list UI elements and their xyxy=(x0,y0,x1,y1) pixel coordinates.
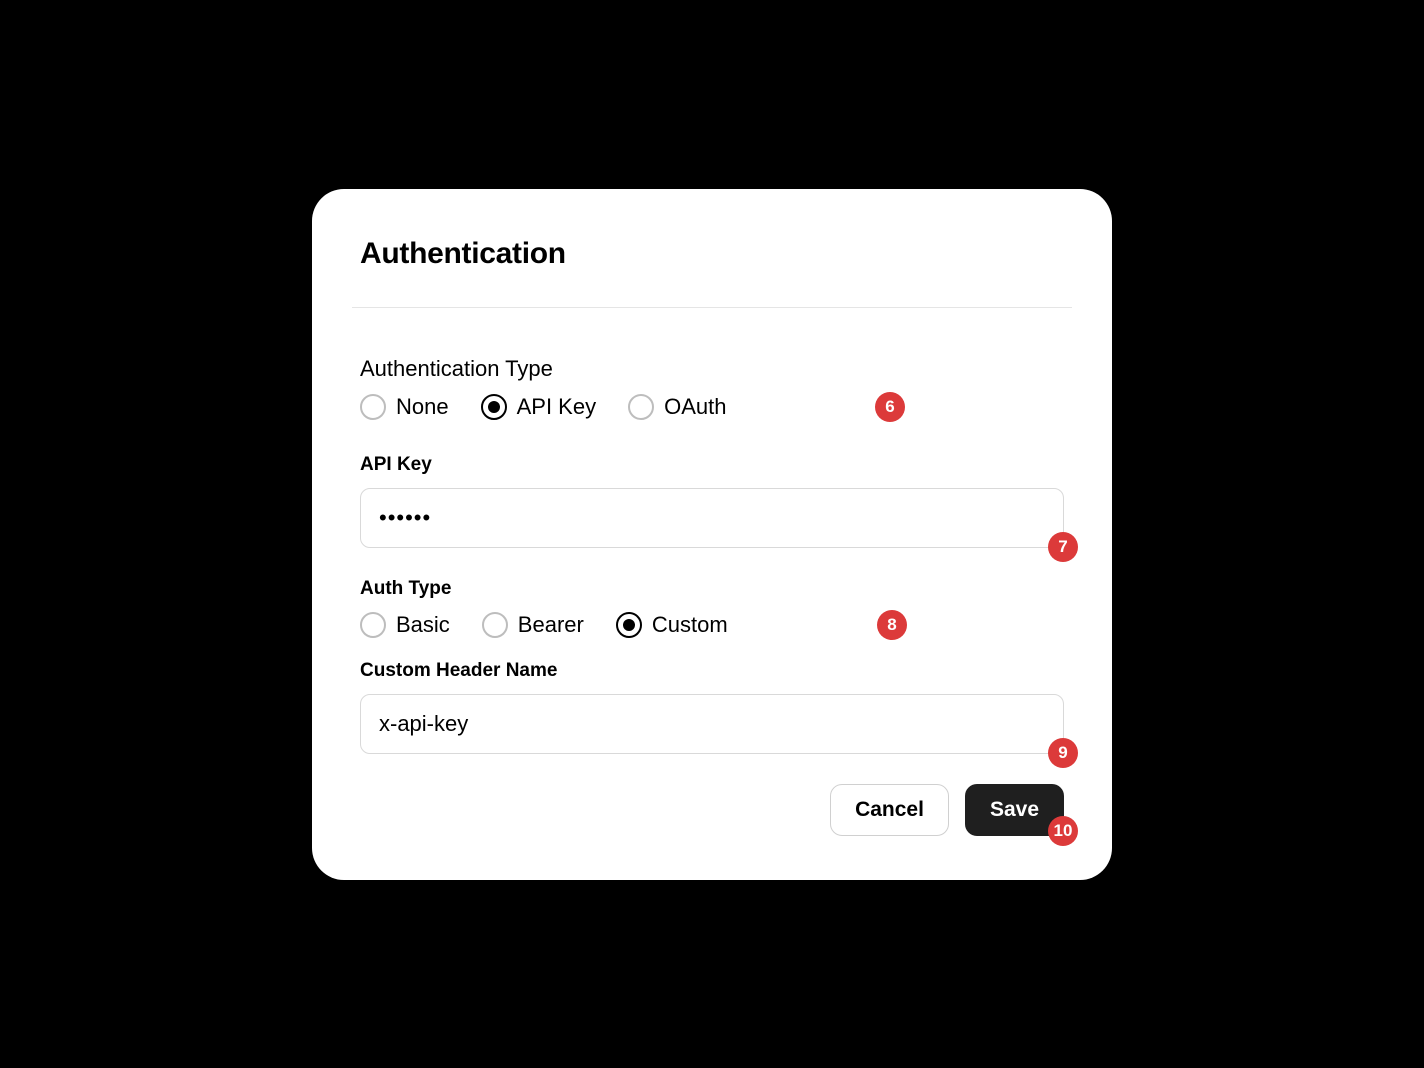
api-key-label: API Key xyxy=(360,454,1064,476)
auth-type-label: Auth Type xyxy=(360,578,1064,600)
radio-option-bearer[interactable]: Bearer xyxy=(482,612,584,638)
annotation-badge-10: 10 xyxy=(1048,816,1078,846)
api-key-group: API Key 7 xyxy=(360,454,1064,548)
radio-label: Custom xyxy=(652,612,728,638)
radio-option-oauth[interactable]: OAuth xyxy=(628,394,726,420)
custom-header-input[interactable] xyxy=(360,694,1064,754)
radio-label: None xyxy=(396,394,449,420)
action-row: Cancel Save 10 xyxy=(360,784,1064,836)
radio-icon xyxy=(360,394,386,420)
radio-option-custom[interactable]: Custom xyxy=(616,612,728,638)
authentication-panel: Authentication Authentication Type None … xyxy=(312,189,1112,880)
radio-option-none[interactable]: None xyxy=(360,394,449,420)
authentication-type-label: Authentication Type xyxy=(360,356,1064,382)
authentication-type-options: None API Key OAuth 6 xyxy=(360,394,1064,420)
auth-type-options: Basic Bearer Custom 8 xyxy=(360,612,1064,638)
authentication-type-group: Authentication Type None API Key OAuth 6 xyxy=(360,356,1064,420)
annotation-badge-6: 6 xyxy=(875,392,905,422)
custom-header-label: Custom Header Name xyxy=(360,660,1064,682)
radio-label: Bearer xyxy=(518,612,584,638)
panel-title: Authentication xyxy=(360,237,1064,271)
radio-option-basic[interactable]: Basic xyxy=(360,612,450,638)
radio-icon xyxy=(616,612,642,638)
radio-icon xyxy=(360,612,386,638)
annotation-badge-8: 8 xyxy=(877,610,907,640)
radio-option-api-key[interactable]: API Key xyxy=(481,394,596,420)
radio-icon xyxy=(481,394,507,420)
radio-label: Basic xyxy=(396,612,450,638)
auth-type-group: Auth Type Basic Bearer Custom 8 xyxy=(360,578,1064,638)
cancel-button[interactable]: Cancel xyxy=(830,784,949,836)
divider xyxy=(352,307,1072,308)
radio-icon xyxy=(482,612,508,638)
annotation-badge-7: 7 xyxy=(1048,532,1078,562)
radio-icon xyxy=(628,394,654,420)
api-key-input[interactable] xyxy=(360,488,1064,548)
radio-label: API Key xyxy=(517,394,596,420)
radio-label: OAuth xyxy=(664,394,726,420)
custom-header-group: Custom Header Name 9 xyxy=(360,660,1064,754)
annotation-badge-9: 9 xyxy=(1048,738,1078,768)
